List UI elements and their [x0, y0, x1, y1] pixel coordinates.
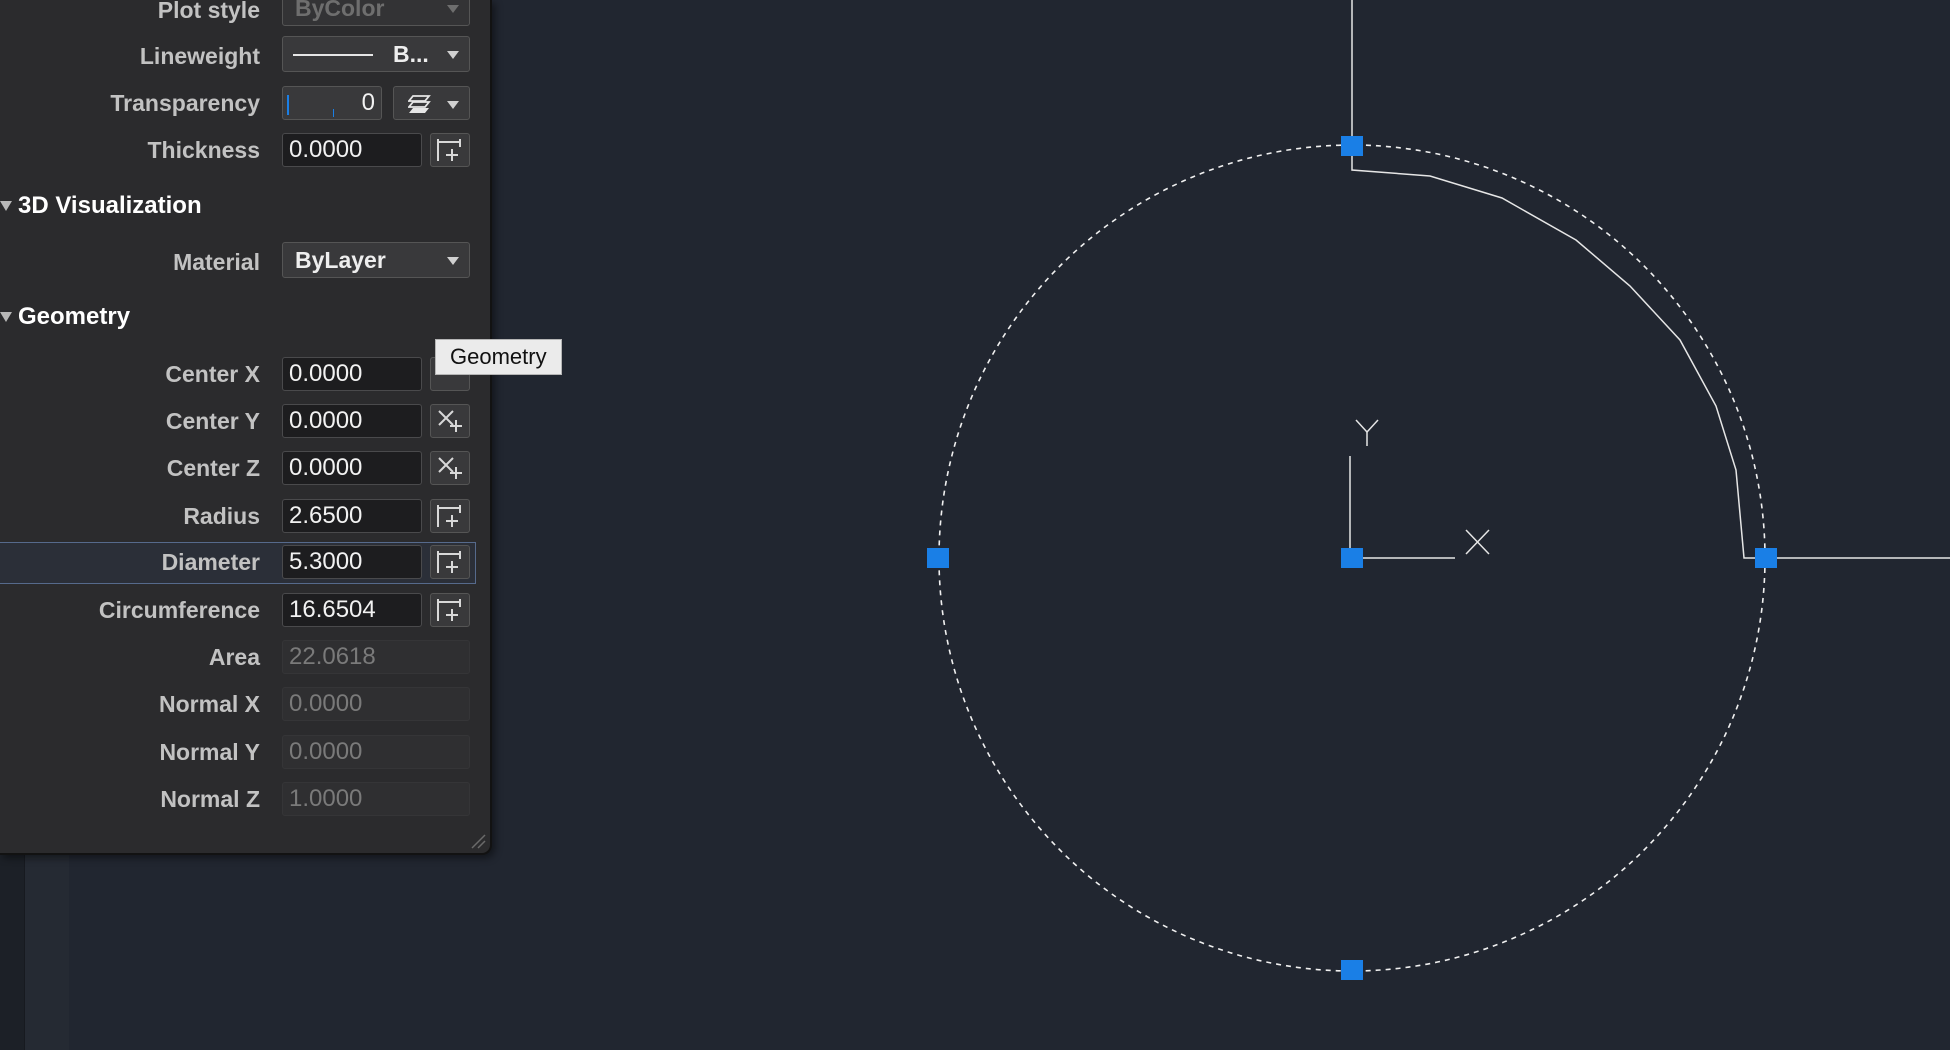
material-value: ByLayer	[295, 247, 386, 273]
lineweight-dropdown[interactable]: B...	[282, 36, 470, 72]
plot-style-value: ByColor	[295, 0, 385, 21]
transparency-tick-icon	[333, 109, 334, 117]
plot-style-label: Plot style	[157, 0, 260, 23]
properties-panel: Plot style ByColor Lineweight B... Trans…	[0, 0, 492, 855]
circumference-label: Circumference	[98, 597, 260, 623]
radius-input[interactable]: 2.6500	[282, 499, 422, 533]
grip-right	[1755, 548, 1777, 568]
pick-distance-icon	[437, 139, 461, 161]
grip-points[interactable]	[927, 136, 1777, 980]
lineweight-value: B...	[393, 41, 429, 67]
resize-grip-icon[interactable]	[470, 833, 486, 849]
pick-point-button[interactable]	[430, 451, 470, 485]
transparency-slider-icon	[287, 95, 289, 115]
plot-style-dropdown[interactable]: ByColor	[282, 0, 470, 26]
center-y-input[interactable]: 0.0000	[282, 404, 422, 438]
row-normal-z: Normal Z 1.0000	[0, 779, 490, 819]
grip-center	[1341, 548, 1363, 568]
section-3d-visualization[interactable]: 3D Visualization	[0, 186, 490, 226]
chevron-down-icon	[447, 51, 459, 59]
polyline-arc	[1351, 146, 1766, 559]
pick-distance-button[interactable]	[430, 593, 470, 627]
radius-label: Radius	[183, 503, 260, 529]
chevron-down-icon	[447, 257, 459, 265]
area-value: 22.0618	[282, 640, 470, 674]
normal-x-label: Normal X	[159, 691, 260, 717]
pick-distance-icon	[437, 505, 461, 527]
material-label: Material	[173, 249, 260, 275]
row-center-x: Center X 0.0000	[0, 354, 490, 394]
pick-distance-icon	[437, 551, 461, 573]
normal-x-value: 0.0000	[282, 687, 470, 721]
row-diameter[interactable]: Diameter 5.3000	[0, 542, 490, 584]
chevron-down-icon	[447, 5, 459, 13]
normal-z-label: Normal Z	[160, 786, 260, 812]
grip-left	[927, 548, 949, 568]
pick-distance-button[interactable]	[430, 545, 470, 579]
row-transparency: Transparency 0	[0, 83, 490, 123]
transparency-label: Transparency	[110, 90, 260, 116]
pick-point-icon	[438, 410, 462, 432]
area-label: Area	[208, 644, 260, 670]
center-z-input[interactable]: 0.0000	[282, 451, 422, 485]
transparency-bylayer-dropdown[interactable]	[393, 86, 470, 120]
center-x-input[interactable]: 0.0000	[282, 357, 422, 391]
row-normal-y: Normal Y 0.0000	[0, 732, 490, 772]
transparency-input[interactable]: 0	[282, 86, 382, 120]
row-plot-style: Plot style ByColor	[0, 0, 490, 30]
transparency-value: 0	[361, 89, 375, 116]
center-y-label: Center Y	[165, 408, 260, 434]
section-geometry-title: Geometry	[18, 303, 131, 330]
section-geometry[interactable]: Geometry	[0, 297, 490, 337]
row-area: Area 22.0618	[0, 637, 490, 677]
normal-z-value: 1.0000	[282, 782, 470, 816]
center-z-label: Center Z	[166, 455, 260, 481]
row-material: Material ByLayer	[0, 242, 490, 282]
disclosure-triangle-icon	[0, 200, 12, 211]
lineweight-label: Lineweight	[139, 43, 260, 69]
section-3d-visualization-title: 3D Visualization	[18, 192, 202, 219]
pick-point-icon	[438, 457, 462, 479]
row-normal-x: Normal X 0.0000	[0, 684, 490, 724]
pick-distance-button[interactable]	[430, 133, 470, 167]
row-center-y: Center Y 0.0000	[0, 401, 490, 441]
row-thickness: Thickness 0.0000	[0, 130, 490, 170]
thickness-input[interactable]: 0.0000	[282, 133, 422, 167]
pick-distance-button[interactable]	[430, 499, 470, 533]
row-circumference: Circumference 16.6504	[0, 590, 490, 630]
line-sample-icon	[293, 54, 373, 56]
grip-bottom	[1341, 960, 1363, 980]
row-radius: Radius 2.6500	[0, 496, 490, 536]
diameter-label: Diameter	[161, 549, 260, 575]
thickness-label: Thickness	[147, 137, 261, 163]
layers-icon	[408, 95, 431, 113]
normal-y-label: Normal Y	[159, 739, 260, 765]
chevron-down-icon	[447, 101, 459, 109]
geometry-tooltip: Geometry	[435, 339, 562, 375]
circumference-input[interactable]: 16.6504	[282, 593, 422, 627]
row-lineweight: Lineweight B...	[0, 36, 490, 76]
grip-top	[1341, 136, 1363, 156]
pick-point-button[interactable]	[430, 404, 470, 438]
row-center-z: Center Z 0.0000	[0, 448, 490, 488]
disclosure-triangle-icon	[0, 311, 12, 322]
diameter-input[interactable]: 5.3000	[282, 545, 422, 579]
center-x-label: Center X	[165, 361, 260, 387]
material-dropdown[interactable]: ByLayer	[282, 242, 470, 278]
ucs-icon	[1349, 419, 1490, 559]
normal-y-value: 0.0000	[282, 735, 470, 769]
pick-distance-icon	[437, 599, 461, 621]
